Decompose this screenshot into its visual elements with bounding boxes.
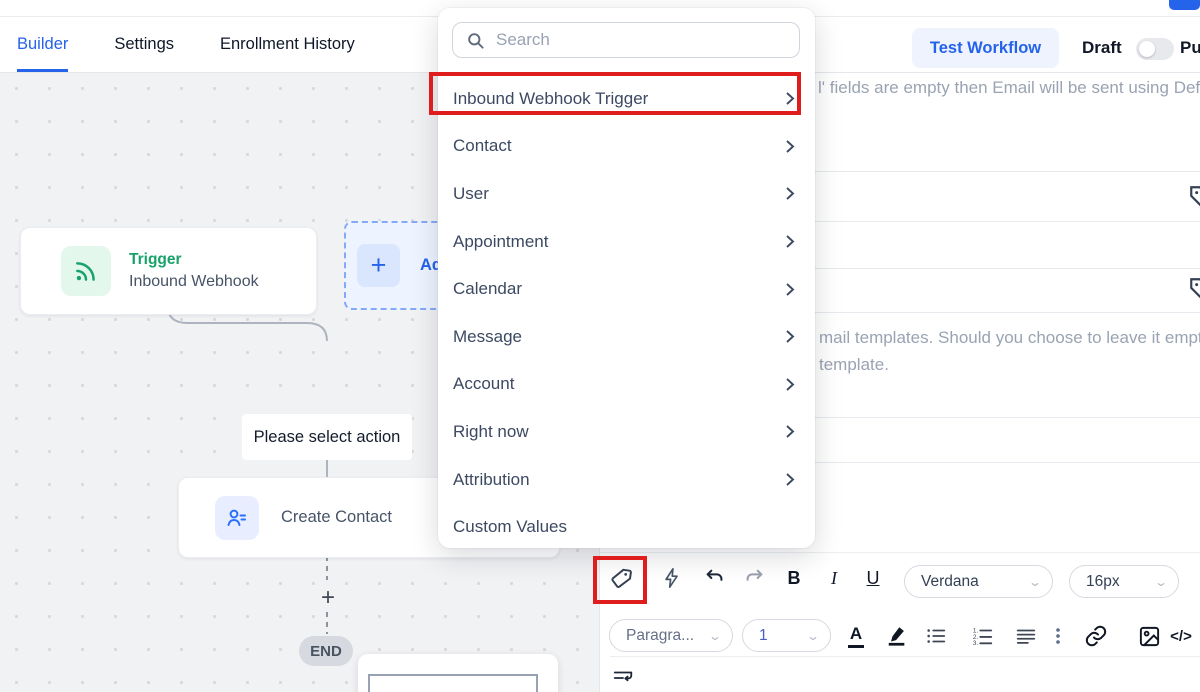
menu-item-user[interactable]: User [438, 170, 815, 218]
menu-item-contact[interactable]: Contact [438, 123, 815, 171]
menu-item-message[interactable]: Message [438, 313, 815, 361]
link-button[interactable] [1078, 618, 1114, 654]
chevron-right-icon [785, 377, 795, 392]
chevron-down-icon: ⌄ [708, 629, 722, 643]
chevron-right-icon [785, 424, 795, 439]
tab-settings[interactable]: Settings [114, 17, 174, 72]
align-button[interactable] [1008, 618, 1044, 654]
svg-text:3.: 3. [973, 640, 979, 647]
list-level-select[interactable]: 1 ⌄ [742, 619, 831, 652]
bottom-popup-card [358, 654, 558, 692]
draft-label: Draft [1082, 38, 1122, 58]
chevron-right-icon [785, 91, 795, 106]
search-box[interactable] [452, 22, 800, 58]
more-options-kebab-icon[interactable] [1040, 618, 1076, 654]
font-size-select[interactable]: 16px ⌄ [1069, 565, 1179, 598]
highlight-color-button[interactable] [879, 618, 915, 654]
insert-step-button[interactable]: + [317, 584, 339, 612]
redo-button[interactable] [736, 560, 772, 596]
chevron-right-icon [785, 282, 795, 297]
search-input[interactable] [494, 29, 799, 51]
workflow-builder-screen: Trigger Inbound Webhook + Add Please sel… [0, 0, 1200, 692]
tab-builder[interactable]: Builder [17, 17, 68, 72]
popup-input-box[interactable] [368, 674, 538, 692]
italic-button[interactable]: I [816, 560, 852, 596]
font-family-select[interactable]: Verdana ⌄ [904, 565, 1053, 598]
undo-button[interactable] [697, 560, 733, 596]
lightning-button[interactable] [654, 560, 690, 596]
tab-enrollment-history[interactable]: Enrollment History [220, 17, 355, 72]
toggle-knob [1139, 41, 1155, 57]
chevron-right-icon [785, 139, 795, 154]
trigger-subtitle: Inbound Webhook [129, 273, 259, 291]
nav-tabs: Builder Settings Enrollment History [17, 17, 355, 72]
menu-item-calendar[interactable]: Calendar [438, 265, 815, 313]
menu-item-account[interactable]: Account [438, 361, 815, 409]
helper-text-top: l' fields are empty then Email will be s… [818, 78, 1200, 98]
menu-item-custom-values[interactable]: Custom Values [438, 503, 815, 551]
paragraph-style-select[interactable]: Paragra... ⌄ [609, 619, 733, 652]
bold-button[interactable]: B [776, 560, 812, 596]
end-badge: END [299, 636, 353, 666]
tag-merge-field-button[interactable] [603, 560, 639, 596]
corner-button-fragment[interactable] [1169, 0, 1200, 10]
chevron-right-icon [785, 472, 795, 487]
helper-text-mid: mail templates. Should you choose to lea… [819, 324, 1200, 378]
toolbar-divider [610, 656, 1200, 657]
menu-item-appointment[interactable]: Appointment [438, 218, 815, 266]
chevron-right-icon [785, 186, 795, 201]
menu-item-inbound-webhook-trigger[interactable]: Inbound Webhook Trigger [438, 75, 815, 123]
chevron-right-icon [785, 234, 795, 249]
chevron-down-icon: ⌄ [1154, 575, 1168, 589]
chevron-down-icon: ⌄ [1028, 575, 1042, 589]
select-action-placeholder: Please select action [242, 414, 412, 460]
personalize-tag-icon[interactable] [1188, 184, 1200, 210]
trigger-title: Trigger [129, 251, 259, 269]
text-wrap-button[interactable] [605, 660, 641, 692]
menu-item-right-now[interactable]: Right now [438, 408, 815, 456]
trigger-node[interactable]: Trigger Inbound Webhook [20, 227, 317, 315]
chevron-down-icon: ⌄ [806, 629, 820, 643]
action-picker-dropdown: Inbound Webhook Trigger Contact User App… [438, 8, 815, 548]
menu-list: Inbound Webhook Trigger Contact User App… [438, 75, 815, 551]
chevron-right-icon [785, 329, 795, 344]
personalize-tag-icon[interactable] [1188, 276, 1200, 302]
publish-label-fragment: Pu [1180, 38, 1200, 58]
test-workflow-button[interactable]: Test Workflow [912, 28, 1059, 68]
code-view-button[interactable]: </> [1163, 618, 1199, 654]
bullet-list-button[interactable] [918, 618, 954, 654]
publish-toggle[interactable] [1136, 38, 1174, 60]
search-icon [466, 31, 485, 50]
underline-button[interactable]: U [855, 560, 891, 596]
numbered-list-button[interactable]: 1. 2. 3. [965, 618, 1001, 654]
image-button[interactable] [1131, 618, 1167, 654]
toolbar-divider [600, 552, 1200, 553]
inbound-webhook-icon [61, 246, 111, 296]
menu-item-attribution[interactable]: Attribution [438, 456, 815, 504]
create-contact-label: Create Contact [281, 508, 392, 527]
create-contact-icon [215, 496, 259, 540]
text-color-button[interactable]: A [838, 618, 874, 654]
plus-icon: + [357, 244, 400, 287]
